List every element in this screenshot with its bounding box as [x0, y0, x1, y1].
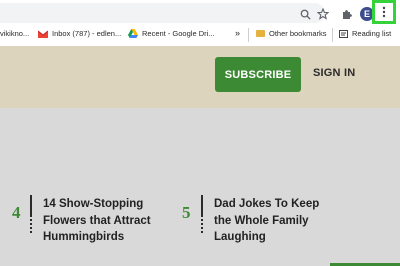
divider-dots — [30, 219, 34, 233]
bookmarks-divider — [332, 28, 333, 42]
article-title: Dad Jokes To Keep the Whole Family Laugh… — [214, 198, 320, 243]
google-drive-icon — [128, 29, 138, 38]
bookmark-label: vikikno... — [0, 29, 30, 38]
subscribe-button[interactable]: SUBSCRIBE — [215, 57, 301, 92]
browser-menu-button[interactable] — [372, 0, 396, 24]
article-number: 5 — [182, 203, 191, 222]
bookmark-label: Reading list — [352, 29, 392, 38]
bookmark-label: Recent - Google Dri... — [142, 29, 215, 38]
bookmarks-overflow-chevron[interactable]: » — [235, 28, 240, 38]
address-bar[interactable] — [0, 3, 325, 23]
three-dots-icon — [382, 6, 386, 18]
article-card[interactable]: 5 Dad Jokes To Keep the Whole Family Lau… — [180, 195, 360, 250]
reading-list-button[interactable]: Reading list — [339, 29, 391, 38]
bookmark-drive[interactable]: Recent - Google Dri... — [128, 29, 215, 38]
divider-line — [30, 195, 32, 217]
article-card[interactable]: 4 14 Show-Stopping Flowers that Attract … — [0, 195, 170, 250]
divider-line — [201, 195, 203, 217]
bookmarks-divider — [248, 28, 249, 42]
bookmark-wikihow[interactable]: vikikno... — [0, 29, 29, 38]
divider-dots — [201, 219, 205, 233]
gmail-icon — [38, 30, 48, 38]
article-number: 4 — [12, 203, 21, 222]
reading-list-icon — [339, 29, 348, 38]
extensions-puzzle-icon[interactable] — [338, 5, 356, 23]
bookmark-inbox[interactable]: Inbox (787) - edlen... — [38, 29, 121, 38]
sign-in-link[interactable]: SIGN IN — [313, 67, 355, 79]
bookmark-label: Inbox (787) - edlen... — [52, 29, 122, 38]
article-title: 14 Show-Stopping Flowers that Attract Hu… — [43, 198, 151, 243]
folder-icon — [256, 30, 265, 37]
star-icon[interactable] — [314, 5, 332, 23]
bookmark-label: Other bookmarks — [269, 29, 327, 38]
bookmark-other-bookmarks[interactable]: Other bookmarks — [256, 29, 327, 38]
zoom-icon[interactable] — [296, 5, 314, 23]
